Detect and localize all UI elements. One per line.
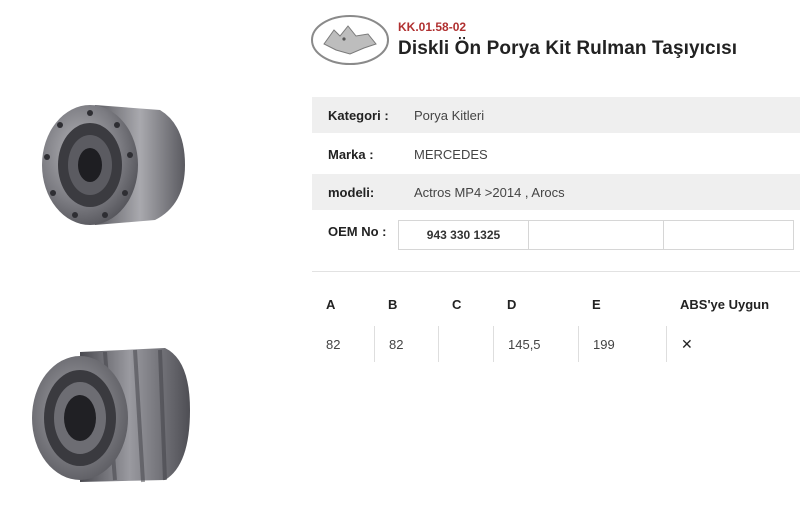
spec-label: Kategori :	[328, 107, 389, 123]
spec-row-model: modeli: Actros MP4 >2014 , Arocs	[312, 174, 800, 210]
oem-number-cell	[663, 220, 794, 250]
dimension-header-b: B	[388, 296, 398, 312]
dimension-value-b: 82	[374, 326, 438, 362]
dimensions-value-row: 82 82 145,5 199 ✕	[312, 326, 800, 362]
dimensions-header-row: A B C D E ABS'ye Uygun	[312, 286, 800, 322]
spec-value-brand: MERCEDES	[414, 146, 488, 162]
product-title: Diskli Ön Porya Kit Rulman Taşıyıcısı	[398, 38, 738, 59]
dimension-value-e: 199	[578, 326, 666, 362]
dimension-header-a: A	[326, 296, 336, 312]
dimension-header-e: E	[592, 296, 601, 312]
product-image-side[interactable]	[25, 340, 195, 490]
dimension-header-c: C	[452, 296, 462, 312]
dimension-header-abs: ABS'ye Uygun	[680, 296, 770, 312]
dimension-value-a: 82	[326, 336, 341, 352]
product-code: KK.01.58-02	[398, 20, 467, 34]
spec-value-category: Porya Kitleri	[414, 107, 485, 123]
oem-number-cell: 943 330 1325	[398, 220, 529, 250]
spec-label: modeli:	[328, 184, 375, 200]
oem-label: OEM No :	[328, 224, 387, 239]
product-header: KK.01.58-02 Diskli Ön Porya Kit Rulman T…	[310, 12, 800, 72]
section-divider	[312, 271, 800, 272]
dimension-value-c	[438, 326, 493, 362]
dimension-value-abs: ✕	[666, 326, 800, 362]
spec-row-oem: OEM No : 943 330 1325	[312, 214, 800, 258]
spec-value-model: Actros MP4 >2014 , Arocs	[414, 184, 565, 200]
spec-row-brand: Marka : MERCEDES	[312, 136, 800, 172]
cross-icon: ✕	[681, 335, 693, 352]
spec-row-category: Kategori : Porya Kitleri	[312, 97, 800, 133]
oem-number-cell	[528, 220, 664, 250]
wolf-logo-icon	[311, 15, 389, 65]
dimension-value-d: 145,5	[493, 326, 578, 362]
dimension-header-d: D	[507, 296, 517, 312]
product-gallery	[0, 0, 300, 506]
product-image-front[interactable]	[35, 95, 195, 235]
spec-label: Marka :	[328, 146, 374, 162]
